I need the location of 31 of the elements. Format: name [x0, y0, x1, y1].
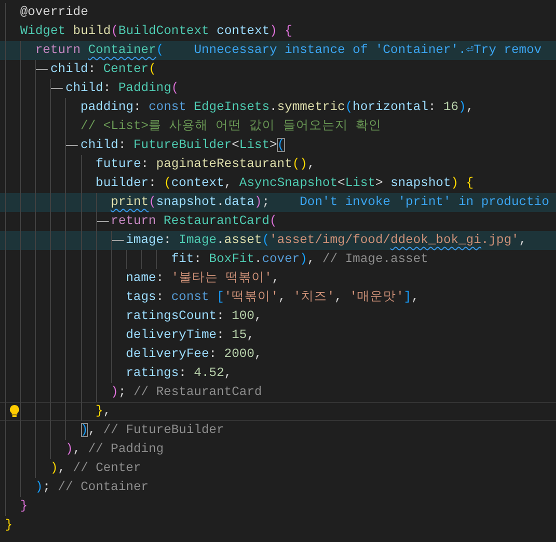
diagnostic-hint: Unnecessary instance of 'Container'.⏎Try remov	[194, 42, 542, 59]
code-line: ratings: 4.52,	[126, 365, 232, 382]
code-line: ), // FutureBuilder	[80, 422, 224, 439]
code-line: Widget build(BuildContext context) {	[20, 23, 292, 40]
code-line: child: Center(	[50, 61, 156, 78]
code-line: ), // Center	[50, 460, 142, 477]
code-line: tags: const ['떡볶이', '치즈', '매운맛'],	[126, 289, 419, 306]
code-line: return Container(	[35, 42, 164, 59]
code-line: builder: (context, AsyncSnapshot<List> snapshot) {	[96, 175, 474, 192]
code-line: // <List>를 사용해 어떤 값이 들어오는지 확인	[80, 118, 382, 135]
code-line: deliveryTime: 15,	[126, 327, 254, 344]
code-line: child: FutureBuilder<List>(	[80, 137, 285, 154]
code-line: return RestaurantCard(	[110, 213, 278, 230]
code-line: image: Image.asset('asset/img/food/ddeok_bok_gi.jpg',	[126, 232, 526, 249]
diagnostic-hint: Don't invoke 'print' in productio	[300, 194, 550, 211]
code-line: deliveryFee: 2000,	[126, 346, 262, 363]
code-line: }	[20, 498, 28, 515]
code-line: },	[96, 403, 111, 420]
code-line: ); // Container	[35, 479, 149, 496]
code-line: ratingsCount: 100,	[126, 308, 262, 325]
code-line: padding: const EdgeInsets.symmetric(horizontal: 16),	[80, 99, 474, 116]
code-line: child: Padding(	[65, 80, 179, 97]
code-line: }	[5, 517, 13, 534]
code-line: @override	[20, 4, 88, 21]
code-line: fit: BoxFit.cover), // Image.asset	[171, 251, 428, 268]
code-line: ); // RestaurantCard	[110, 384, 262, 401]
code-line: ), // Padding	[65, 441, 164, 458]
code-line: name: '불타는 떡볶이',	[126, 270, 280, 287]
code-line: future: paginateRestaurant(),	[96, 156, 315, 173]
code-line: print(snapshot.data);	[110, 194, 270, 211]
lightbulb-icon[interactable]	[9, 404, 20, 418]
